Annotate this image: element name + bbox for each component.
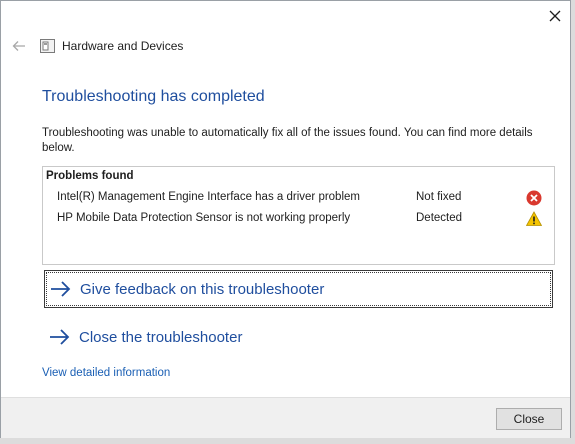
background-window-edge bbox=[571, 0, 575, 444]
arrow-right-icon bbox=[50, 329, 70, 345]
back-arrow-icon[interactable] bbox=[11, 38, 27, 54]
troubleshooter-window: Hardware and Devices Troubleshooting has… bbox=[0, 0, 571, 438]
problem-status: Not fixed bbox=[416, 191, 462, 203]
warning-icon bbox=[526, 211, 542, 226]
problem-name: Intel(R) Management Engine Interface has… bbox=[57, 191, 360, 203]
problems-header: Problems found bbox=[46, 170, 134, 182]
give-feedback-label: Give feedback on this troubleshooter bbox=[80, 280, 325, 298]
window-title: Hardware and Devices bbox=[62, 39, 184, 53]
problem-row[interactable]: Intel(R) Management Engine Interface has… bbox=[43, 188, 554, 208]
background-window-bottom bbox=[0, 438, 575, 444]
window-close-button[interactable] bbox=[541, 4, 569, 28]
page-title: Troubleshooting has completed bbox=[42, 88, 265, 105]
view-detailed-information-link[interactable]: View detailed information bbox=[42, 367, 170, 379]
problems-list: Problems found Intel(R) Management Engin… bbox=[42, 166, 555, 265]
close-troubleshooter-label: Close the troubleshooter bbox=[79, 328, 243, 346]
hardware-devices-icon bbox=[40, 39, 55, 53]
result-description: Troubleshooting was unable to automatica… bbox=[42, 127, 533, 154]
close-icon bbox=[549, 10, 561, 22]
dialog-footer: Close bbox=[1, 397, 570, 438]
close-button[interactable]: Close bbox=[496, 408, 562, 430]
problem-name: HP Mobile Data Protection Sensor is not … bbox=[57, 212, 351, 224]
give-feedback-link[interactable]: Give feedback on this troubleshooter bbox=[44, 270, 553, 308]
arrow-right-icon bbox=[51, 281, 71, 297]
close-troubleshooter-link[interactable]: Close the troubleshooter bbox=[44, 319, 551, 355]
error-icon bbox=[526, 190, 542, 206]
problem-status: Detected bbox=[416, 212, 463, 224]
problem-row[interactable]: HP Mobile Data Protection Sensor is not … bbox=[43, 209, 554, 229]
